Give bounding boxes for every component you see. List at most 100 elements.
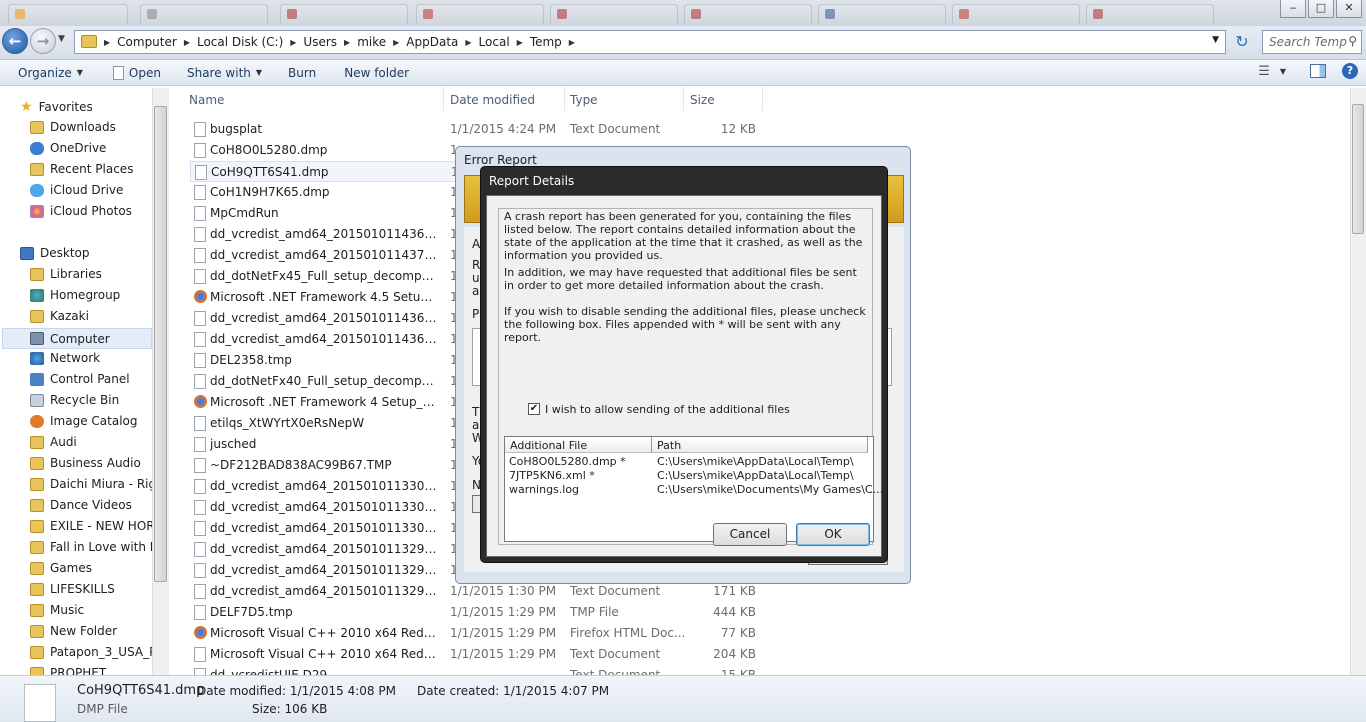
help-icon[interactable]: ? xyxy=(1342,63,1358,79)
breadcrumb-arrow-icon[interactable]: ▶ xyxy=(566,38,578,47)
column-additional-file[interactable]: Additional File xyxy=(505,437,652,453)
nav-item-recent-places[interactable]: Recent Places xyxy=(30,162,133,176)
nav-scrollbar-thumb[interactable] xyxy=(154,106,167,582)
nav-label: Homegroup xyxy=(50,288,121,302)
column-path[interactable]: Path xyxy=(652,437,868,453)
nav-item-icloud-photos[interactable]: iCloud Photos xyxy=(30,204,132,218)
error-report-text: A xyxy=(472,237,481,251)
maximize-button[interactable]: □ xyxy=(1308,0,1334,18)
column-date-modified[interactable]: Date modified xyxy=(450,93,535,107)
ok-button[interactable]: OK xyxy=(796,523,870,546)
column-name[interactable]: Name xyxy=(189,93,224,107)
document-icon xyxy=(194,374,206,389)
breadcrumb-arrow-icon[interactable]: ▶ xyxy=(341,38,353,47)
nav-item-prophet[interactable]: PROPHET xyxy=(30,666,106,675)
nav-desktop[interactable]: Desktop xyxy=(20,246,90,260)
search-placeholder: Search Temp xyxy=(1269,35,1347,49)
nav-item-lifeskills[interactable]: LIFESKILLS xyxy=(30,582,115,596)
breadcrumb-arrow-icon[interactable]: ▶ xyxy=(514,38,526,47)
file-name: bugsplat xyxy=(210,122,263,136)
nav-item-image-catalog[interactable]: Image Catalog xyxy=(30,414,137,428)
file-row[interactable]: dd_vcredist_amd64_20150101132945_0_v... 1… xyxy=(190,581,770,602)
list-item-file[interactable]: CoH8O0L5280.dmp * xyxy=(509,455,626,468)
file-name: Microsoft Visual C++ 2010 x64 Redistrib.… xyxy=(210,626,438,640)
file-list-scrollbar-thumb[interactable] xyxy=(1352,104,1364,234)
burn-label: Burn xyxy=(288,65,317,80)
nav-item-business-audio[interactable]: Business Audio xyxy=(30,456,141,470)
address-bar[interactable]: ▶ Computer ▶ Local Disk (C:) ▶ Users ▶ mike… xyxy=(74,30,1226,54)
breadcrumb-item[interactable]: Local xyxy=(475,35,514,49)
nav-favorites[interactable]: ★ Favorites xyxy=(20,99,93,115)
nav-item-audi[interactable]: Audi xyxy=(30,435,77,449)
burn-button[interactable]: Burn xyxy=(262,66,316,80)
nav-item-recycle-bin[interactable]: Recycle Bin xyxy=(30,393,119,407)
nav-item-patapon[interactable]: Patapon_3_USA_PS xyxy=(30,645,164,659)
nav-item-exile[interactable]: EXILE - NEW HORIZ xyxy=(30,519,166,533)
nav-item-music[interactable]: Music xyxy=(30,603,84,617)
nav-item-control-panel[interactable]: Control Panel xyxy=(30,372,130,386)
column-divider[interactable] xyxy=(762,87,763,111)
breadcrumb-arrow-icon[interactable]: ▶ xyxy=(462,38,474,47)
file-row[interactable]: Microsoft Visual C++ 2010 x64 Redistrib.… xyxy=(190,644,770,665)
breadcrumb-item[interactable]: AppData xyxy=(402,35,462,49)
nav-label: OneDrive xyxy=(50,141,107,155)
breadcrumb-arrow-icon[interactable]: ▶ xyxy=(287,38,299,47)
allow-additional-files-checkbox[interactable]: ✔ xyxy=(528,403,540,415)
nav-item-downloads[interactable]: Downloads xyxy=(30,120,116,134)
open-button[interactable]: Open xyxy=(83,65,161,80)
breadcrumb-item[interactable]: Computer xyxy=(113,35,181,49)
organize-button[interactable]: Organize ▼ xyxy=(0,66,83,80)
file-name: dd_dotNetFx45_Full_setup_decompressio... xyxy=(210,269,438,283)
breadcrumb-item[interactable]: Local Disk (C:) xyxy=(193,35,287,49)
breadcrumb-arrow-icon[interactable]: ▶ xyxy=(101,38,113,47)
new-folder-button[interactable]: New folder xyxy=(316,66,409,80)
refresh-icon[interactable]: ↻ xyxy=(1232,32,1252,52)
nav-item-onedrive[interactable]: OneDrive xyxy=(30,141,106,155)
search-input[interactable]: Search Temp ⚲ xyxy=(1262,30,1362,54)
nav-item-kazaki[interactable]: Kazaki xyxy=(30,309,89,323)
nav-item-network[interactable]: Network xyxy=(30,351,100,365)
breadcrumb-item[interactable]: Users xyxy=(299,35,341,49)
file-row[interactable]: DELF7D5.tmp 1/1/2015 1:29 PM TMP File 444 K… xyxy=(190,602,770,623)
column-divider[interactable] xyxy=(683,87,684,111)
nav-item-fall-in-love[interactable]: Fall in Love with Me xyxy=(30,540,168,554)
document-icon xyxy=(194,647,206,662)
nav-item-new-folder[interactable]: New Folder xyxy=(30,624,117,638)
cancel-button[interactable]: Cancel xyxy=(713,523,787,546)
nav-item-games[interactable]: Games xyxy=(30,561,92,575)
file-name: DEL2358.tmp xyxy=(210,353,292,367)
preview-pane-icon[interactable] xyxy=(1310,64,1326,78)
share-with-button[interactable]: Share with ▼ xyxy=(161,66,262,80)
breadcrumb-item[interactable]: mike xyxy=(353,35,390,49)
view-dropdown-icon[interactable]: ▼ xyxy=(1280,67,1286,76)
document-icon xyxy=(194,479,206,494)
change-view-icon[interactable]: ☰ xyxy=(1258,64,1270,79)
nav-item-libraries[interactable]: Libraries xyxy=(30,267,102,281)
column-divider[interactable] xyxy=(443,87,444,111)
column-type[interactable]: Type xyxy=(570,93,598,107)
forward-button[interactable]: → xyxy=(30,28,56,54)
breadcrumb-arrow-icon[interactable]: ▶ xyxy=(390,38,402,47)
background-tab xyxy=(952,4,1080,24)
minimize-button[interactable]: ‒ xyxy=(1280,0,1306,18)
nav-item-dance-videos[interactable]: Dance Videos xyxy=(30,498,132,512)
nav-item-computer[interactable]: Computer xyxy=(2,328,152,349)
checkbox-label[interactable]: I wish to allow sending of the additiona… xyxy=(545,403,790,416)
nav-item-daichi-miura[interactable]: Daichi Miura - Righ xyxy=(30,477,164,491)
file-row[interactable]: Microsoft Visual C++ 2010 x64 Redistrib.… xyxy=(190,623,770,644)
list-item-file[interactable]: 7JTP5KN6.xml * xyxy=(509,469,595,482)
breadcrumb-arrow-icon[interactable]: ▶ xyxy=(181,38,193,47)
back-button[interactable]: ← xyxy=(2,28,28,54)
file-row[interactable]: bugsplat 1/1/2015 4:24 PM Text Document 12 … xyxy=(190,119,770,140)
breadcrumb-item[interactable]: Temp xyxy=(526,35,566,49)
document-icon xyxy=(112,65,124,80)
column-divider[interactable] xyxy=(564,87,565,111)
recent-pages-dropdown-icon[interactable]: ▼ xyxy=(58,34,65,44)
firefox-document-icon xyxy=(194,290,207,303)
address-dropdown-icon[interactable]: ▼ xyxy=(1212,35,1219,45)
list-item-file[interactable]: warnings.log xyxy=(509,483,579,496)
close-button[interactable]: ✕ xyxy=(1336,0,1362,18)
nav-item-homegroup[interactable]: Homegroup xyxy=(30,288,120,302)
nav-item-icloud-drive[interactable]: iCloud Drive xyxy=(30,183,123,197)
column-size[interactable]: Size xyxy=(690,93,715,107)
